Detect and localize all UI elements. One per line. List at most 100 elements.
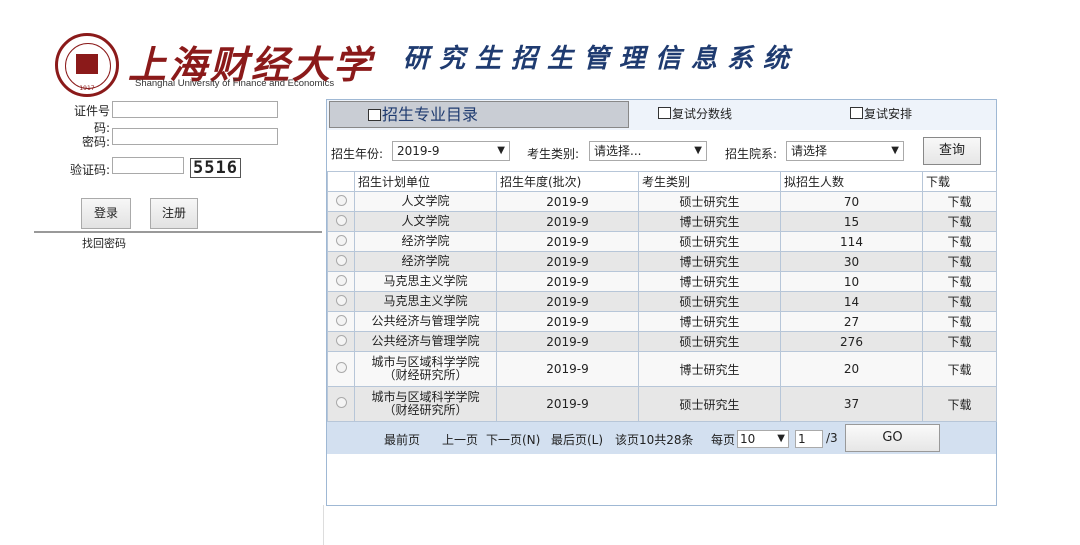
row-radio[interactable] <box>327 191 355 212</box>
radio-icon <box>335 334 347 346</box>
download-link[interactable]: 下载 <box>922 191 997 212</box>
row-radio[interactable] <box>327 311 355 332</box>
cell-count: 20 <box>780 351 923 387</box>
row-radio[interactable] <box>327 211 355 232</box>
table-row[interactable]: 人文学院 2019-9 硕士研究生 70 下载 <box>327 191 997 212</box>
table-row[interactable]: 马克思主义学院 2019-9 硕士研究生 14 下载 <box>327 291 997 312</box>
table-row[interactable]: 城市与区域科学学院 （财经研究所） 2019-9 博士研究生 20 下载 <box>327 351 997 387</box>
row-radio[interactable] <box>327 271 355 292</box>
cell-unit: 人文学院 <box>354 191 497 212</box>
table-row[interactable]: 马克思主义学院 2019-9 博士研究生 10 下载 <box>327 271 997 292</box>
download-link[interactable]: 下载 <box>922 211 997 232</box>
table-row[interactable]: 公共经济与管理学院 2019-9 博士研究生 27 下载 <box>327 311 997 332</box>
download-link[interactable]: 下载 <box>922 331 997 352</box>
divider <box>34 231 322 233</box>
type-select-value: 请选择... <box>594 144 642 158</box>
download-link[interactable]: 下载 <box>922 251 997 272</box>
next-page-link[interactable]: 下一页(N) <box>486 431 540 448</box>
row-radio[interactable] <box>327 351 355 387</box>
cell-type: 硕士研究生 <box>638 231 781 252</box>
captcha-label: 验证码: <box>69 163 110 177</box>
divider <box>323 505 324 545</box>
download-link[interactable]: 下载 <box>922 291 997 312</box>
cell-type: 博士研究生 <box>638 351 781 387</box>
checkbox-icon <box>368 109 381 121</box>
unit-name: 马克思主义学院 <box>383 274 468 288</box>
tab-retest-score-label: 复试分数线 <box>672 107 733 121</box>
table-row[interactable]: 公共经济与管理学院 2019-9 硕士研究生 276 下载 <box>327 331 997 352</box>
captcha-input[interactable] <box>112 157 184 174</box>
cell-type: 硕士研究生 <box>638 331 781 352</box>
forgot-password-link[interactable]: 找回密码 <box>82 235 126 251</box>
table-row[interactable]: 城市与区域科学学院 （财经研究所） 2019-9 硕士研究生 37 下载 <box>327 386 997 422</box>
cell-unit: 马克思主义学院 <box>354 271 497 292</box>
cell-year: 2019-9 <box>496 351 639 387</box>
total-pages: /3 <box>826 431 838 445</box>
tab-retest-schedule[interactable]: 复试安排 <box>850 105 912 122</box>
row-radio[interactable] <box>327 251 355 272</box>
cell-year: 2019-9 <box>496 191 639 212</box>
row-radio[interactable] <box>327 231 355 252</box>
checkbox-icon <box>658 107 671 119</box>
id-number-input[interactable] <box>112 101 278 118</box>
chevron-down-icon: ▼ <box>777 433 785 444</box>
header-type: 考生类别 <box>638 171 781 192</box>
cell-count: 37 <box>780 386 923 422</box>
cell-count: 15 <box>780 211 923 232</box>
tab-retest-score[interactable]: 复试分数线 <box>658 105 732 122</box>
header-download: 下载 <box>922 171 997 192</box>
type-select[interactable]: 请选择... ▼ <box>589 141 707 161</box>
tab-catalog[interactable]: 招生专业目录 <box>329 101 629 128</box>
row-radio[interactable] <box>327 386 355 422</box>
cell-year: 2019-9 <box>496 251 639 272</box>
cell-count: 276 <box>780 331 923 352</box>
cell-count: 70 <box>780 191 923 212</box>
school-select[interactable]: 请选择 ▼ <box>786 141 904 161</box>
cell-year: 2019-9 <box>496 311 639 332</box>
unit-name: 马克思主义学院 <box>383 294 468 308</box>
id-label: 证件号码: <box>73 104 110 135</box>
catalog-table: 招生计划单位 招生年度(批次) 考生类别 拟招生人数 下载 人文学院 2019-9… <box>327 171 997 422</box>
page-number-input[interactable]: 1 <box>795 430 823 448</box>
password-input[interactable] <box>112 128 278 145</box>
header-count: 拟招生人数 <box>780 171 923 192</box>
captcha-image[interactable]: 5516 <box>190 158 241 178</box>
per-page-label: 每页 <box>711 433 736 447</box>
download-link[interactable]: 下载 <box>922 351 997 387</box>
cell-year: 2019-9 <box>496 386 639 422</box>
cell-count: 30 <box>780 251 923 272</box>
cell-unit: 人文学院 <box>354 211 497 232</box>
unit-name: 人文学院 <box>401 214 450 228</box>
unit-name: 人文学院 <box>401 194 450 208</box>
row-radio[interactable] <box>327 331 355 352</box>
last-page-link[interactable]: 最后页(L) <box>551 431 603 448</box>
radio-icon <box>335 274 347 286</box>
unit-name: 公共经济与管理学院 <box>371 334 480 348</box>
type-label: 考生类别: <box>527 147 580 161</box>
cell-unit: 经济学院 <box>354 231 497 252</box>
download-link[interactable]: 下载 <box>922 271 997 292</box>
register-button[interactable]: 注册 <box>150 198 198 229</box>
login-button[interactable]: 登录 <box>81 198 131 229</box>
go-button[interactable]: GO <box>845 424 940 452</box>
download-link[interactable]: 下载 <box>922 311 997 332</box>
download-link[interactable]: 下载 <box>922 386 997 422</box>
row-radio[interactable] <box>327 291 355 312</box>
prev-page-link[interactable]: 上一页 <box>442 431 478 448</box>
year-select[interactable]: 2019-9 ▼ <box>392 141 510 161</box>
table-row[interactable]: 经济学院 2019-9 硕士研究生 114 下载 <box>327 231 997 252</box>
chevron-down-icon: ▼ <box>891 145 899 156</box>
year-label: 招生年份: <box>331 147 384 161</box>
per-page-select[interactable]: 10 ▼ <box>737 430 789 448</box>
system-title: 研究生招生管理信息系统 <box>403 44 800 74</box>
university-seal-logo: 1917 <box>55 33 119 97</box>
query-button[interactable]: 查询 <box>923 137 981 165</box>
table-row[interactable]: 经济学院 2019-9 博士研究生 30 下载 <box>327 251 997 272</box>
cell-unit: 马克思主义学院 <box>354 291 497 312</box>
seal-year: 1917 <box>79 85 95 92</box>
table-row[interactable]: 人文学院 2019-9 博士研究生 15 下载 <box>327 211 997 232</box>
radio-icon <box>335 294 347 306</box>
first-page-link[interactable]: 最前页 <box>384 431 420 448</box>
cell-count: 114 <box>780 231 923 252</box>
download-link[interactable]: 下载 <box>922 231 997 252</box>
